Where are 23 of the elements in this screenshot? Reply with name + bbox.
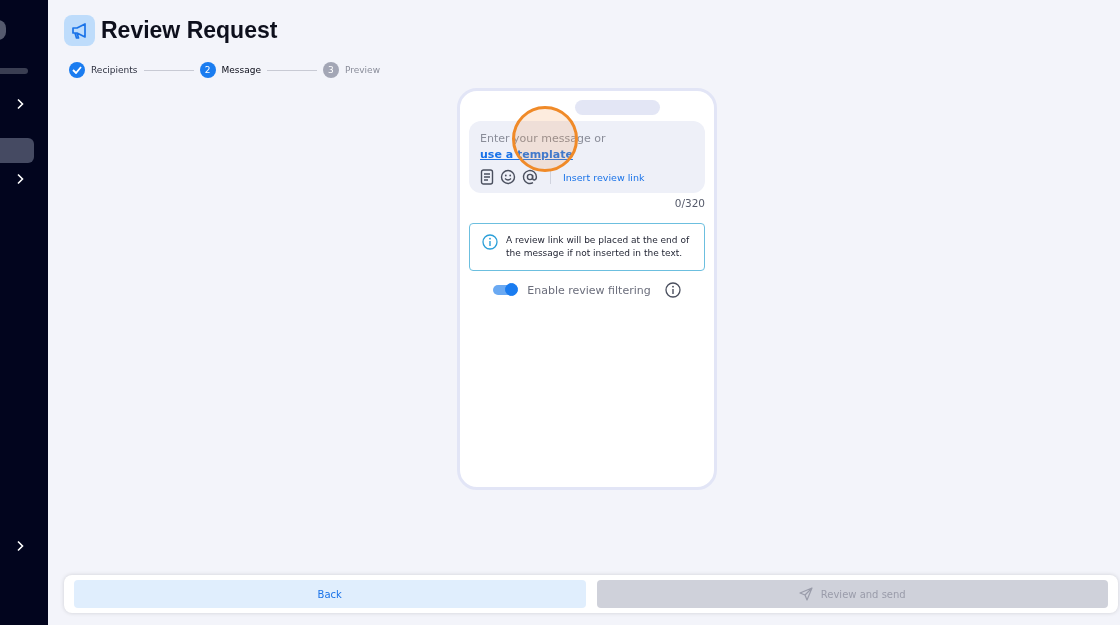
- toggle-label: Enable review filtering: [527, 283, 651, 297]
- emoji-icon[interactable]: [500, 169, 516, 185]
- step-number: 2: [199, 62, 216, 78]
- step-label: Preview: [344, 65, 380, 75]
- insert-review-link[interactable]: Insert review link: [563, 171, 645, 183]
- info-icon[interactable]: [664, 282, 681, 298]
- chevron-right-icon: [16, 539, 24, 552]
- step-label: Message: [221, 65, 261, 75]
- chevron-right-icon: [16, 172, 24, 185]
- page-title: Review Request: [101, 17, 278, 44]
- sidebar-logo-bar: [0, 68, 28, 74]
- paper-plane-icon: [798, 587, 813, 601]
- at-sign-icon[interactable]: [522, 169, 538, 185]
- character-counter: 0/320: [674, 197, 705, 209]
- back-button[interactable]: Back: [74, 580, 586, 608]
- info-icon: [482, 234, 498, 250]
- step-number: 3: [322, 62, 339, 78]
- megaphone-icon: [64, 15, 95, 46]
- chevron-right-icon: [16, 97, 24, 110]
- filter-toggle[interactable]: [493, 285, 518, 295]
- document-icon[interactable]: [480, 169, 494, 185]
- notice-text: A review link will be placed at the end of the message if not inserted in the text.: [506, 234, 691, 260]
- step-label: Recipients: [91, 65, 138, 75]
